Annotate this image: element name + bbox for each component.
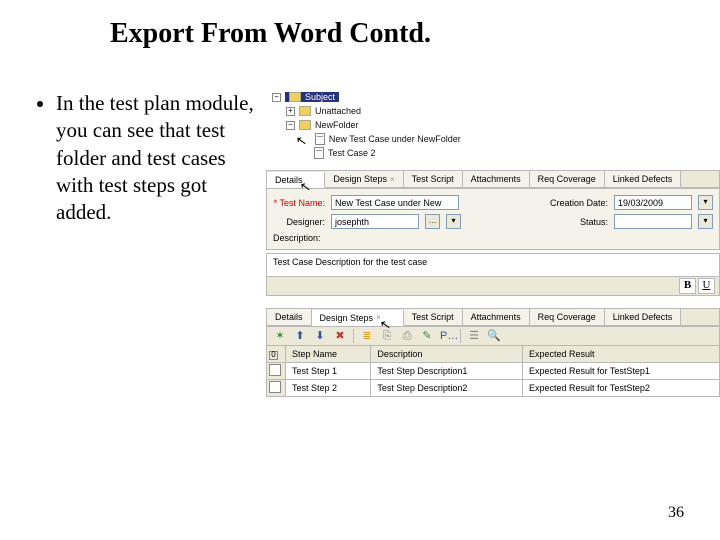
underline-button[interactable]: U [698, 278, 715, 294]
tab-details[interactable]: Details↖ [267, 172, 325, 188]
select-icon[interactable]: ☰ [467, 329, 481, 343]
label-creation-date: Creation Date: [550, 198, 608, 208]
edit-icon[interactable]: ✎ [420, 329, 434, 343]
add-step-icon[interactable]: ✶ [273, 329, 287, 343]
folder-icon [289, 92, 301, 102]
field-creation-date[interactable]: 19/03/2009 [614, 195, 692, 210]
dropdown-icon[interactable]: ▾ [446, 214, 461, 229]
find-icon[interactable]: 🔍 [487, 329, 501, 343]
cell-step-name[interactable]: Test Step 2 [286, 380, 371, 397]
tab-design-steps-2[interactable]: Design Steps×↖ [312, 310, 404, 326]
tab-linked-defects-2[interactable]: Linked Defects [605, 309, 682, 325]
dropdown-icon[interactable]: ▾ [698, 214, 713, 229]
tab-req-coverage-2[interactable]: Req Coverage [530, 309, 605, 325]
table-row[interactable]: Test Step 2 Test Step Description2 Expec… [267, 380, 720, 397]
tab-details-2[interactable]: Details [267, 309, 312, 325]
tab-attachments[interactable]: Attachments [463, 171, 530, 187]
label-description: Description: [273, 233, 713, 243]
test-plan-tree: − Subject + Unattached − NewFolder ↖ New… [272, 90, 720, 160]
delete-icon[interactable]: ✖ [333, 329, 347, 343]
tree-unattached[interactable]: Unattached [315, 106, 361, 116]
paste-icon[interactable]: ⎙ [400, 329, 414, 343]
tree-root[interactable]: Subject [305, 92, 335, 102]
tabs-lower: Details Design Steps×↖ Test Script Attac… [266, 308, 720, 327]
tree-case-1[interactable]: New Test Case under NewFolder [329, 134, 461, 144]
params-icon[interactable]: P… [440, 329, 454, 343]
table-row[interactable]: Test Step 1 Test Step Description1 Expec… [267, 363, 720, 380]
cell-description[interactable]: Test Step Description1 [371, 363, 523, 380]
browse-icon[interactable]: … [425, 214, 440, 229]
close-icon[interactable]: × [390, 175, 395, 184]
field-description[interactable]: Test Case Description for the test case [266, 253, 720, 277]
collapse-icon[interactable]: − [286, 121, 295, 130]
details-pane: * Test Name: New Test Case under New Cre… [266, 189, 720, 250]
copy-icon[interactable]: ⎘ [380, 329, 394, 343]
tab-design-steps[interactable]: Design Steps× [325, 171, 403, 187]
rich-text-toolbar: B U [266, 277, 720, 296]
expand-icon[interactable]: + [286, 107, 295, 116]
bullet-text: In the test plan module, you can see tha… [56, 90, 266, 226]
testcase-icon [314, 147, 324, 159]
tab-attachments-2[interactable]: Attachments [463, 309, 530, 325]
testcase-icon [315, 133, 325, 145]
folder-icon [299, 120, 311, 130]
folder-icon [299, 106, 311, 116]
close-icon[interactable]: × [376, 313, 381, 322]
dropdown-icon[interactable]: ▾ [698, 195, 713, 210]
cell-description[interactable]: Test Step Description2 [371, 380, 523, 397]
content: In the test plan module, you can see tha… [0, 90, 720, 397]
cell-step-name[interactable]: Test Step 1 [286, 363, 371, 380]
field-test-name[interactable]: New Test Case under New [331, 195, 459, 210]
tabs-upper: Details↖ Design Steps× Test Script Attac… [266, 170, 720, 189]
tree-newfolder[interactable]: NewFolder [315, 120, 359, 130]
screenshot-column: − Subject + Unattached − NewFolder ↖ New… [266, 90, 720, 397]
tab-req-coverage[interactable]: Req Coverage [530, 171, 605, 187]
col-expected[interactable]: Expected Result [522, 346, 719, 363]
bullet-column: In the test plan module, you can see tha… [0, 90, 266, 397]
steps-table: 0 Step Name Description Expected Result … [266, 346, 720, 397]
steps-toolbar: ✶ ⬆ ⬇ ✖ ≣ ⎘ ⎙ ✎ P… ☰ 🔍 [266, 327, 720, 346]
tree-case-2[interactable]: Test Case 2 [328, 148, 376, 158]
page-number: 36 [668, 504, 684, 522]
col-description[interactable]: Description [371, 346, 523, 363]
cell-expected[interactable]: Expected Result for TestStep1 [522, 363, 719, 380]
collapse-icon[interactable]: − [272, 93, 281, 102]
bold-button[interactable]: B [679, 278, 696, 294]
field-status[interactable] [614, 214, 692, 229]
renumber-icon[interactable]: ≣ [360, 329, 374, 343]
row-icon [269, 381, 281, 393]
label-status: Status: [556, 217, 608, 227]
field-designer[interactable]: josephth [331, 214, 419, 229]
tab-test-script-2[interactable]: Test Script [404, 309, 463, 325]
tab-test-script[interactable]: Test Script [404, 171, 463, 187]
col-step-name[interactable]: Step Name [286, 346, 371, 363]
slide-title: Export From Word Contd. [0, 0, 720, 50]
row-icon [269, 364, 281, 376]
label-test-name: * Test Name: [273, 198, 325, 208]
cell-expected[interactable]: Expected Result for TestStep2 [522, 380, 719, 397]
tab-linked-defects[interactable]: Linked Defects [605, 171, 682, 187]
move-up-icon[interactable]: ⬆ [293, 329, 307, 343]
label-designer: Designer: [273, 217, 325, 227]
move-down-icon[interactable]: ⬇ [313, 329, 327, 343]
col-flag[interactable]: 0 [267, 346, 286, 363]
